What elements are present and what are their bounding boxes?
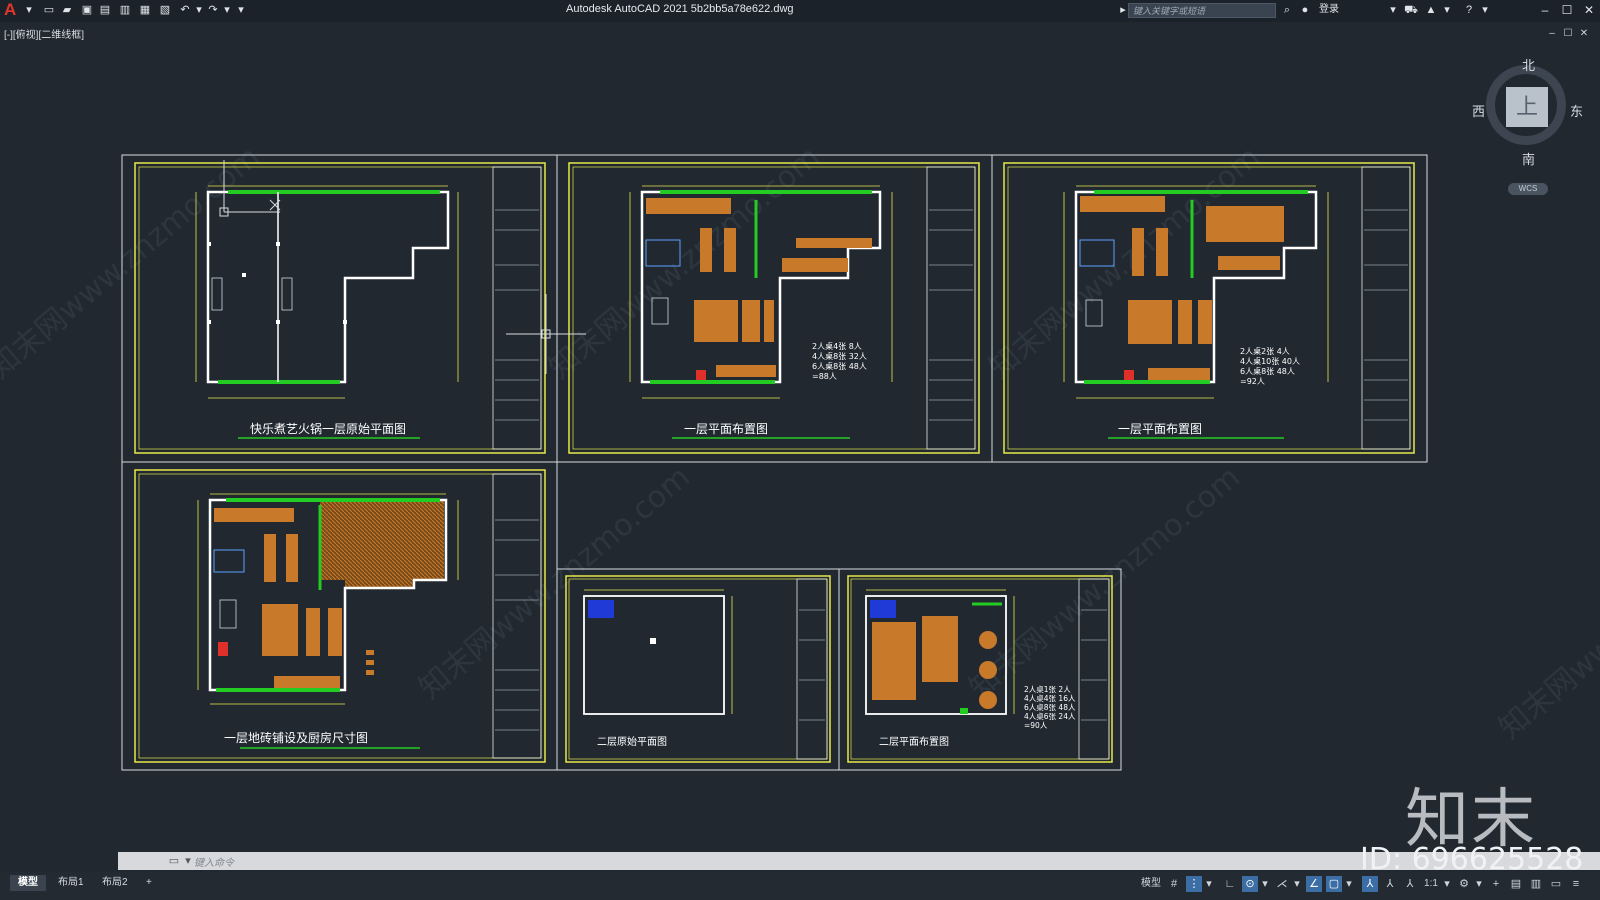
svg-text:6人桌8张 48人: 6人桌8张 48人 xyxy=(1024,702,1076,712)
svg-text:2人桌4张 8人: 2人桌4张 8人 xyxy=(812,341,862,351)
svg-text:=90人: =90人 xyxy=(1024,721,1048,730)
sheet-6-seat-table: 2人桌1张 2人 4人桌4张 16人 6人桌8张 48人 4人桌6张 24人 =… xyxy=(1024,684,1076,730)
sheet-4-title: 一层地砖铺设及厨房尺寸图 xyxy=(224,730,368,745)
quick-properties-icon[interactable]: ▥ xyxy=(1528,876,1544,892)
workspace-gear-icon[interactable]: ⚙ xyxy=(1456,876,1472,892)
workspace-dropdown-icon[interactable]: ▾ xyxy=(1474,876,1484,892)
svg-text:2人桌1张 2人: 2人桌1张 2人 xyxy=(1024,684,1071,694)
sheet-2-seat-table: 2人桌4张 8人 4人桌8张 32人 6人桌8张 48人 =88人 xyxy=(812,341,867,381)
units-icon[interactable]: ▤ xyxy=(1508,876,1524,892)
svg-text:=88人: =88人 xyxy=(812,372,837,381)
annotation-visibility-icon[interactable]: ⅄ xyxy=(1362,876,1378,892)
svg-text:4人桌10张 40人: 4人桌10张 40人 xyxy=(1240,356,1300,366)
svg-text:知末网www.znzmo.com: 知末网www.znzmo.com xyxy=(413,460,697,706)
sheet-3-seat-table: 2人桌2张 4人 4人桌10张 40人 6人桌8张 48人 =92人 xyxy=(1240,346,1300,386)
annotation-scale-icon[interactable]: ⅄ xyxy=(1402,876,1418,892)
svg-text:4人桌6张 24人: 4人桌6张 24人 xyxy=(1024,711,1076,721)
sheet-5[interactable]: 二层原始平面图 xyxy=(565,575,831,763)
isodraft-dropdown-icon[interactable]: ▾ xyxy=(1292,876,1302,892)
svg-text:知末网www.znzmo.com: 知末网www.znzmo.com xyxy=(0,140,267,386)
tab-layout2[interactable]: 布局2 xyxy=(94,875,136,891)
sheet-5-title: 二层原始平面图 xyxy=(597,735,667,748)
command-history-icon[interactable]: ▭ xyxy=(168,854,180,867)
scale-dropdown-icon[interactable]: ▾ xyxy=(1442,876,1452,892)
svg-text:6人桌8张 48人: 6人桌8张 48人 xyxy=(1240,366,1295,376)
object-snap-icon[interactable]: ▢ xyxy=(1326,876,1342,892)
svg-text:4人桌8张 32人: 4人桌8张 32人 xyxy=(812,351,867,361)
isodraft-icon[interactable]: ⋌ xyxy=(1274,876,1290,892)
svg-text:4人桌4张 16人: 4人桌4张 16人 xyxy=(1024,693,1076,703)
compass-west[interactable]: 西 xyxy=(1472,101,1485,120)
sheet-2-title: 一层平面布置图 xyxy=(684,422,768,436)
sheet-6-title: 二层平面布置图 xyxy=(879,736,949,748)
command-dropdown-icon[interactable]: ▾ xyxy=(182,854,194,867)
snap-icon[interactable]: ⋮ xyxy=(1186,876,1202,892)
grid-icon[interactable]: # xyxy=(1166,876,1182,892)
object-snap-dropdown-icon[interactable]: ▾ xyxy=(1344,876,1354,892)
tab-layout1[interactable]: 布局1 xyxy=(50,875,92,891)
clean-screen-icon[interactable]: ▭ xyxy=(1548,876,1564,892)
svg-text:6人桌8张 48人: 6人桌8张 48人 xyxy=(812,361,867,371)
customization-menu-icon[interactable]: ≡ xyxy=(1568,876,1584,892)
diagonal-watermarks: 知末网www.znzmo.com 知末网www.znzmo.com 知末网www… xyxy=(0,140,1600,746)
sheet-4[interactable]: 一层地砖铺设及厨房尺寸图 xyxy=(134,469,546,763)
sheet-1-title: 快乐煮艺火锅一层原始平面图 xyxy=(250,421,406,436)
viewcube-top-face[interactable]: 上 xyxy=(1506,87,1548,127)
tab-model[interactable]: 模型 xyxy=(10,875,46,891)
wcs-menu[interactable]: WCS xyxy=(1508,183,1548,195)
snap-dropdown-icon[interactable]: ▾ xyxy=(1204,876,1214,892)
svg-text:知末网www.znzmo.com: 知末网www.znzmo.com xyxy=(1493,500,1600,746)
compass-north[interactable]: 北 xyxy=(1522,55,1535,74)
add-layout-button[interactable]: + xyxy=(138,875,160,891)
svg-text:=92人: =92人 xyxy=(1240,377,1265,386)
polar-dropdown-icon[interactable]: ▾ xyxy=(1260,876,1270,892)
drawing-canvas[interactable]: 知末网www.znzmo.com 知末网www.znzmo.com 知末网www… xyxy=(0,0,1600,900)
command-input[interactable]: 键入命令 xyxy=(194,854,234,869)
object-snap-tracking-icon[interactable]: ∠ xyxy=(1306,876,1322,892)
sheet-3-title: 一层平面布置图 xyxy=(1118,422,1202,436)
compass-south[interactable]: 南 xyxy=(1522,149,1535,168)
watermark-id: ID: 696625528 xyxy=(1360,842,1584,877)
annotation-monitor-icon[interactable]: + xyxy=(1488,876,1504,892)
model-space-toggle[interactable]: 模型 xyxy=(1138,876,1164,892)
viewcube[interactable]: 上 北 南 东 西 WCS xyxy=(1472,55,1588,195)
polar-tracking-icon[interactable]: ⊙ xyxy=(1242,876,1258,892)
annotation-scale-value[interactable]: 1:1 xyxy=(1420,876,1442,892)
ortho-icon[interactable]: ∟ xyxy=(1222,876,1238,892)
compass-east[interactable]: 东 xyxy=(1570,101,1583,120)
svg-text:2人桌2张 4人: 2人桌2张 4人 xyxy=(1240,346,1290,356)
auto-scale-icon[interactable]: ⅄ xyxy=(1382,876,1398,892)
